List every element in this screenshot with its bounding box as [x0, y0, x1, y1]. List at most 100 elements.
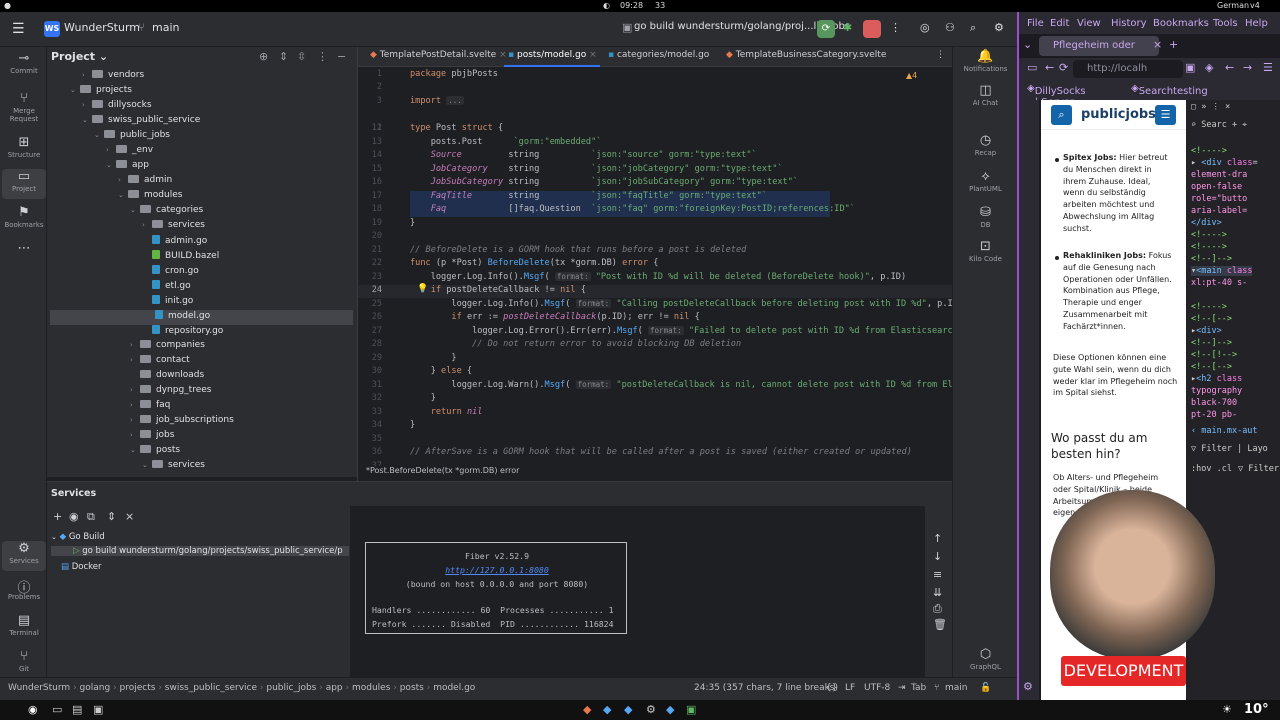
- chevron-icon[interactable]: ›: [130, 401, 140, 409]
- project-panel-title[interactable]: Project ⌄: [51, 50, 108, 63]
- dom-node-selected[interactable]: ▾<main class: [1191, 266, 1253, 276]
- kilo-code-tool[interactable]: ⊡ Kilo Code: [953, 239, 1018, 263]
- tab-categories-model[interactable]: ▪ categories/model.go: [608, 50, 709, 60]
- chevron-icon[interactable]: ›: [142, 221, 152, 229]
- scroll-down-icon[interactable]: ↓: [933, 550, 942, 563]
- scroll-end-icon[interactable]: ⇊: [933, 586, 942, 599]
- devtools-toolbar-icons[interactable]: ▢ » ⋮ ×: [1191, 102, 1230, 112]
- tree-item[interactable]: › faq: [130, 400, 170, 415]
- devtools-pseudo[interactable]: :hov .cl: [1191, 464, 1232, 474]
- dom-node[interactable]: <!---->: [1191, 242, 1227, 252]
- chevron-icon[interactable]: ›: [130, 356, 140, 364]
- window-list-icon[interactable]: ▭: [52, 703, 62, 716]
- terminal-tool[interactable]: ▤ Terminal: [2, 613, 46, 637]
- chevron-icon[interactable]: ›: [82, 71, 92, 79]
- service-run-item[interactable]: ▷ go build wundersturm/golang/projects/s…: [51, 546, 349, 556]
- service-group-docker[interactable]: ▤ Docker: [61, 562, 102, 572]
- toolbar-icon-2[interactable]: ◈: [1205, 61, 1213, 74]
- settings-app-icon[interactable]: ⚙: [646, 703, 656, 716]
- hide-icon[interactable]: −: [337, 50, 346, 63]
- notification-icon[interactable]: ◐: [603, 1, 610, 10]
- tab-template-post-detail[interactable]: ◆ TemplatePostDetail.svelte ×: [370, 50, 507, 60]
- expand-all-icon[interactable]: ⇕: [107, 510, 116, 523]
- dom-node[interactable]: <!---->: [1191, 230, 1227, 240]
- tree-item[interactable]: downloads: [130, 370, 204, 385]
- server-url-link[interactable]: http://127.0.0.1:8080: [366, 565, 628, 575]
- menu-icon[interactable]: ☰: [1155, 105, 1176, 125]
- bookmark-searchtesting[interactable]: ◈ Searchtesting: [1131, 83, 1208, 97]
- menu-file[interactable]: File: [1027, 18, 1044, 29]
- chevron-icon[interactable]: ›: [106, 146, 116, 154]
- path-segment[interactable]: golang: [80, 683, 111, 693]
- toolbar-icon-1[interactable]: ▣: [1185, 61, 1195, 74]
- graphql-tool[interactable]: ⬡ GraphQL: [953, 647, 1018, 671]
- chevron-icon[interactable]: ›: [130, 416, 140, 424]
- path-segment[interactable]: swiss_public_service: [165, 683, 257, 693]
- tree-item[interactable]: ⌄ projects: [70, 85, 132, 100]
- dom-node[interactable]: ▸ <div class=: [1191, 158, 1258, 168]
- menu-bookmarks[interactable]: Bookmarks: [1153, 18, 1209, 29]
- path-segment[interactable]: projects: [120, 683, 156, 693]
- dom-node[interactable]: aria-label=: [1191, 206, 1247, 216]
- soft-wrap-icon[interactable]: ≡: [933, 568, 942, 581]
- browser-tab[interactable]: Pflegeheim oder: [1039, 36, 1159, 56]
- problems-tool[interactable]: ⓘ Problems: [2, 577, 46, 601]
- warning-icon[interactable]: ▲4: [906, 71, 917, 80]
- devtools-search[interactable]: ⌕ Searc + ⌖: [1191, 120, 1247, 130]
- scroll-up-icon[interactable]: ↑: [933, 532, 942, 545]
- chevron-icon[interactable]: ›: [82, 101, 92, 109]
- start-menu-icon[interactable]: ◉: [28, 703, 38, 716]
- path-segment[interactable]: public_jobs: [266, 683, 316, 693]
- structure-tool[interactable]: ⊞ Structure: [2, 135, 46, 159]
- menu-tools[interactable]: Tools: [1213, 18, 1238, 29]
- devtools-filter[interactable]: ▽ Filter | Layo: [1191, 444, 1268, 454]
- goland-app-icon[interactable]: ◆: [603, 703, 611, 716]
- add-user-icon[interactable]: ⚇: [945, 21, 955, 34]
- chevron-icon[interactable]: ⌄: [130, 446, 140, 454]
- customize-icon[interactable]: ⚙: [1023, 680, 1033, 693]
- collapse-all-icon[interactable]: ⨯: [125, 510, 134, 523]
- dom-node[interactable]: <!---->: [1191, 302, 1227, 312]
- group-icon[interactable]: ⧉: [87, 510, 95, 524]
- dom-node[interactable]: ▸<h2 class: [1191, 374, 1242, 384]
- tree-item[interactable]: › dillysocks: [82, 100, 152, 115]
- merge-request-tool[interactable]: ⑂ Merge Request: [2, 91, 46, 123]
- tree-item[interactable]: › contact: [130, 355, 190, 370]
- site-logo[interactable]: publicjobs: [1081, 107, 1156, 122]
- tree-item[interactable]: ⌄ swiss_public_service: [82, 115, 200, 130]
- caret-position[interactable]: 24:35 (357 chars, 7 line breaks): [694, 683, 838, 693]
- notifications-tool[interactable]: 🔔 Notifications: [953, 49, 1018, 73]
- tab-posts-model[interactable]: ▪ posts/model.go ×: [508, 50, 597, 60]
- branch-selector[interactable]: main: [152, 21, 179, 34]
- path-segment[interactable]: posts: [400, 683, 424, 693]
- tree-item[interactable]: cron.go: [142, 265, 199, 280]
- menu-view[interactable]: View: [1077, 18, 1101, 29]
- tree-item[interactable]: › admin: [118, 175, 172, 190]
- gear-icon[interactable]: ⚙: [994, 21, 1004, 34]
- tree-item[interactable]: › job_subscriptions: [130, 415, 234, 430]
- bookmark-dillysocks[interactable]: ◈ DillySocks | Server: [1027, 83, 1086, 108]
- dom-node[interactable]: <!--[-->: [1191, 314, 1232, 324]
- stop-icon[interactable]: [863, 20, 881, 38]
- chevron-icon[interactable]: ⌄: [82, 116, 92, 124]
- chevron-icon[interactable]: ⌄: [130, 206, 140, 214]
- editor-context-breadcrumb[interactable]: *Post.BeforeDelete(tx *gorm.DB) error: [358, 466, 952, 480]
- lightbulb-icon[interactable]: 💡: [417, 284, 428, 294]
- tree-item[interactable]: › vendors: [82, 70, 144, 85]
- hamburger-menu-icon[interactable]: ☰: [12, 21, 25, 37]
- indent[interactable]: Tab: [911, 683, 926, 693]
- status-path[interactable]: WunderSturm › golang › projects › swiss_…: [8, 683, 475, 693]
- close-tab-icon[interactable]: ×: [1153, 38, 1162, 51]
- back-icon[interactable]: ←: [1045, 61, 1054, 74]
- dom-node[interactable]: <!--[-->: [1191, 362, 1232, 372]
- brackets-icon[interactable]: {}: [826, 683, 837, 693]
- locate-icon[interactable]: ⊕: [259, 50, 268, 63]
- line-separator[interactable]: LF: [845, 683, 855, 693]
- tree-item[interactable]: › _env: [106, 145, 153, 160]
- chevron-icon[interactable]: ›: [130, 386, 140, 394]
- db-tool[interactable]: ⛁ DB: [953, 205, 1018, 229]
- dom-node[interactable]: black-700: [1191, 398, 1237, 408]
- recap-tool[interactable]: ◷ Recap: [953, 133, 1018, 157]
- expand-icon[interactable]: ⇕: [279, 50, 288, 63]
- dom-node[interactable]: ▸<div>: [1191, 326, 1222, 336]
